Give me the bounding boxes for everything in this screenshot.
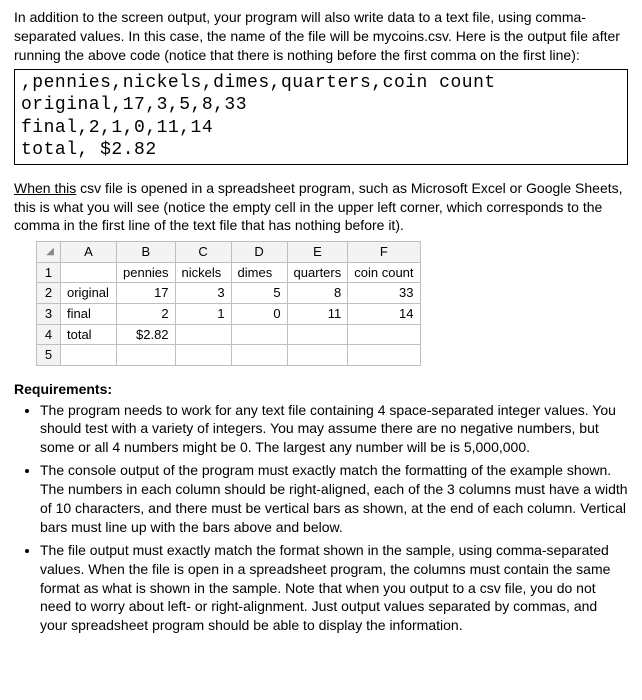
col-header-e: E: [287, 242, 348, 263]
cell-c1: nickels: [175, 262, 231, 283]
spreadsheet-intro-rest: csv file is opened in a spreadsheet prog…: [14, 180, 623, 234]
col-header-d: D: [231, 242, 287, 263]
cell-b5: [117, 345, 176, 366]
table-row: 4 total $2.82: [37, 324, 421, 345]
requirements-heading: Requirements:: [14, 380, 628, 399]
csv-output-box: ,pennies,nickels,dimes,quarters,coin cou…: [14, 69, 628, 165]
cell-f1: coin count: [348, 262, 420, 283]
list-item: The file output must exactly match the f…: [40, 541, 628, 635]
cell-d3: 0: [231, 303, 287, 324]
table-row: 1 pennies nickels dimes quarters coin co…: [37, 262, 421, 283]
cell-c4: [175, 324, 231, 345]
cell-e2: 8: [287, 283, 348, 304]
cell-c5: [175, 345, 231, 366]
spreadsheet-intro: When this csv file is opened in a spread…: [14, 179, 628, 236]
cell-f4: [348, 324, 420, 345]
table-row: 5: [37, 345, 421, 366]
requirements-list: The program needs to work for any text f…: [40, 401, 628, 636]
cell-e4: [287, 324, 348, 345]
cell-b4: $2.82: [117, 324, 176, 345]
cell-b1: pennies: [117, 262, 176, 283]
cell-a3: final: [61, 303, 117, 324]
cell-f5: [348, 345, 420, 366]
row-header-3: 3: [37, 303, 61, 324]
row-header-1: 1: [37, 262, 61, 283]
col-header-f: F: [348, 242, 420, 263]
cell-d1: dimes: [231, 262, 287, 283]
code-line-3: final,2,1,0,11,14: [21, 118, 213, 138]
col-header-a: A: [61, 242, 117, 263]
cell-a4: total: [61, 324, 117, 345]
code-line-4: total, $2.82: [21, 140, 157, 160]
cell-c3: 1: [175, 303, 231, 324]
emphasis-when-this: When this: [14, 180, 76, 196]
cell-d4: [231, 324, 287, 345]
spreadsheet-table: ◢ A B C D E F 1 pennies nickels dimes qu…: [36, 241, 421, 365]
cell-d2: 5: [231, 283, 287, 304]
col-header-b: B: [117, 242, 176, 263]
list-item: The console output of the program must e…: [40, 461, 628, 537]
cell-d5: [231, 345, 287, 366]
cell-a5: [61, 345, 117, 366]
cell-e3: 11: [287, 303, 348, 324]
cell-a2: original: [61, 283, 117, 304]
cell-b2: 17: [117, 283, 176, 304]
header-row: ◢ A B C D E F: [37, 242, 421, 263]
list-item: The program needs to work for any text f…: [40, 401, 628, 458]
cell-e1: quarters: [287, 262, 348, 283]
row-header-4: 4: [37, 324, 61, 345]
table-row: 2 original 17 3 5 8 33: [37, 283, 421, 304]
select-all-corner: ◢: [37, 242, 61, 263]
intro-paragraph: In addition to the screen output, your p…: [14, 8, 628, 65]
table-row: 3 final 2 1 0 11 14: [37, 303, 421, 324]
code-line-1: ,pennies,nickels,dimes,quarters,coin cou…: [21, 73, 496, 93]
row-header-2: 2: [37, 283, 61, 304]
cell-b3: 2: [117, 303, 176, 324]
row-header-5: 5: [37, 345, 61, 366]
col-header-c: C: [175, 242, 231, 263]
cell-f3: 14: [348, 303, 420, 324]
cell-a1: [61, 262, 117, 283]
cell-f2: 33: [348, 283, 420, 304]
code-line-2: original,17,3,5,8,33: [21, 95, 247, 115]
cell-e5: [287, 345, 348, 366]
cell-c2: 3: [175, 283, 231, 304]
